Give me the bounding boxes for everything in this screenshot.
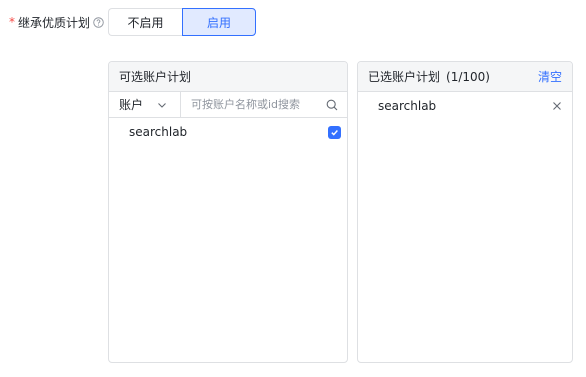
checkbox-checked[interactable]: [328, 125, 341, 139]
search-input[interactable]: [181, 92, 323, 117]
search-type-select[interactable]: 账户: [109, 92, 181, 117]
selected-count: (1/100): [446, 69, 490, 84]
chevron-down-icon: [157, 100, 167, 110]
list-item-label: searchlab: [378, 99, 437, 113]
check-icon: [331, 129, 338, 136]
search-type-value: 账户: [119, 98, 144, 112]
available-plans-list: searchlab: [109, 118, 347, 146]
question-circle-icon[interactable]: [93, 16, 104, 28]
field-label: * 继承优质计划: [0, 14, 108, 31]
selected-plans-title: 已选账户计划: [368, 70, 441, 84]
available-plans-header: 可选账户计划: [109, 62, 347, 92]
field-label-text: 继承优质计划: [17, 15, 90, 30]
enable-toggle-group: 不启用 启用: [108, 8, 256, 36]
enable-option-button[interactable]: 启用: [182, 8, 256, 36]
selected-plans-header: 已选账户计划 (1/100) 清空: [358, 62, 572, 92]
inherit-plan-field: * 继承优质计划: [0, 8, 108, 36]
list-item[interactable]: searchlab: [109, 118, 347, 146]
search-icon[interactable]: [323, 99, 347, 111]
search-row: 账户: [109, 92, 347, 118]
required-mark: *: [8, 15, 15, 29]
available-plans-panel: 可选账户计划 账户 searchlab: [108, 61, 348, 363]
close-icon[interactable]: [552, 101, 562, 111]
clear-all-button[interactable]: 清空: [538, 68, 562, 85]
disable-option-button[interactable]: 不启用: [108, 8, 182, 36]
available-plans-title: 可选账户计划: [119, 70, 192, 84]
list-item-label: searchlab: [129, 125, 188, 139]
list-item: searchlab: [358, 92, 572, 120]
selected-plans-list: searchlab: [358, 92, 572, 120]
selected-plans-panel: 已选账户计划 (1/100) 清空 searchlab: [357, 61, 573, 363]
